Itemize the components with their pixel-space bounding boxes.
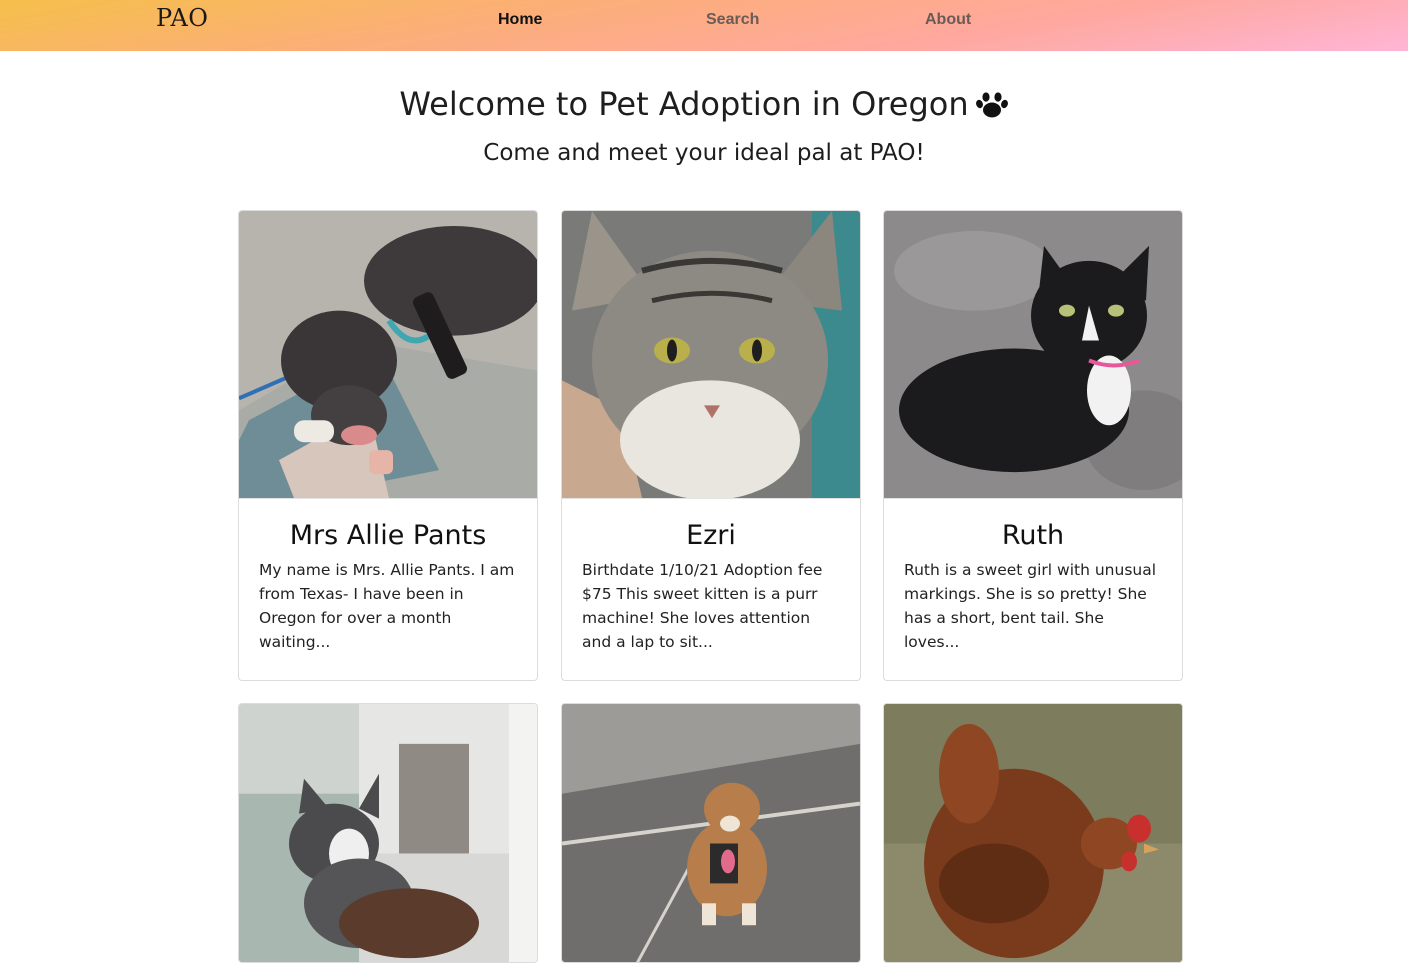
pet-description: Birthdate 1/10/21 Adoption fee $75 This … <box>582 561 823 651</box>
pet-photo-chicken[interactable] <box>884 704 1182 963</box>
paw-icon <box>975 92 1008 118</box>
pet-card[interactable]: Ezri Birthdate 1/10/21 Adoption fee $75 … <box>561 210 861 681</box>
pet-photo-cat[interactable] <box>884 211 1182 499</box>
pet-card[interactable]: Ruth Ruth is a sweet girl with unusual m… <box>883 210 1183 681</box>
pet-card[interactable] <box>238 703 538 963</box>
pet-card[interactable] <box>561 703 861 963</box>
pet-photo-dog[interactable] <box>562 704 860 963</box>
pet-card[interactable]: Mrs Allie Pants My name is Mrs. Allie Pa… <box>238 210 538 681</box>
nav-home-link[interactable]: Home <box>498 11 542 29</box>
brand-logo[interactable]: PAO <box>156 4 208 32</box>
page-title: Welcome to Pet Adoption in Oregon <box>0 84 1408 124</box>
pet-description: Ruth is a sweet girl with unusual markin… <box>904 561 1157 651</box>
pet-description: My name is Mrs. Allie Pants. I am from T… <box>259 561 515 651</box>
pet-name[interactable]: Ezri <box>582 519 840 553</box>
pet-card[interactable] <box>883 703 1183 963</box>
pet-photo-cat[interactable] <box>562 211 860 499</box>
page-title-text: Welcome to Pet Adoption in Oregon <box>399 85 969 123</box>
pet-name[interactable]: Ruth <box>904 519 1162 553</box>
pet-name[interactable]: Mrs Allie Pants <box>259 519 517 553</box>
nav-search-link[interactable]: Search <box>706 11 759 29</box>
pet-photo-kitten[interactable] <box>239 704 537 963</box>
nav-about-link[interactable]: About <box>925 11 971 29</box>
navbar: PAO Home Search About <box>0 0 1408 51</box>
page-subtitle: Come and meet your ideal pal at PAO! <box>483 140 925 166</box>
pet-photo-dog[interactable] <box>239 211 537 499</box>
